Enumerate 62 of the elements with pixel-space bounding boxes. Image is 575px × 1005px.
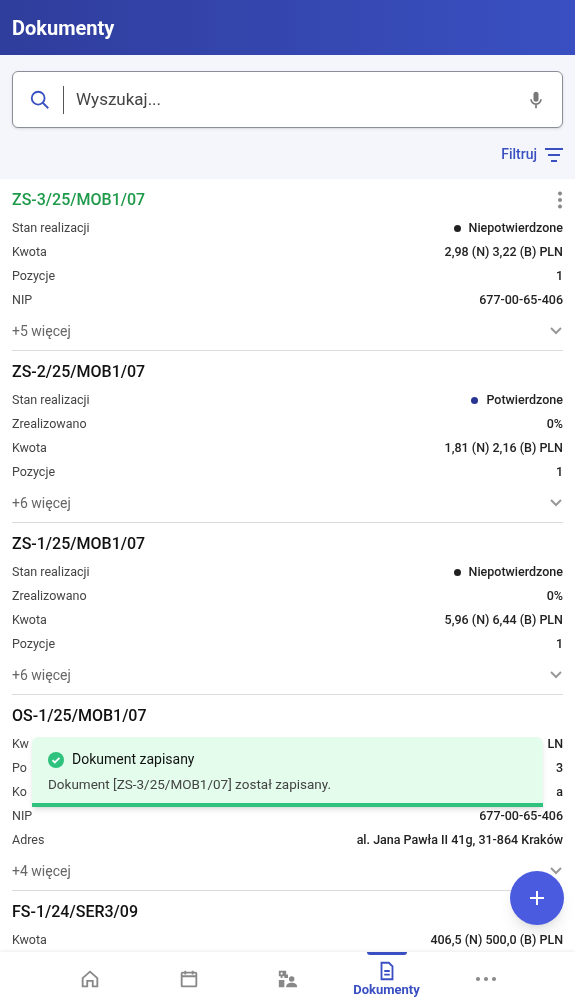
field-value: Niepotwierdzone [468,562,563,581]
search-input[interactable]: Wyszukaj... [76,86,514,113]
field-value: 1 [555,634,563,653]
field-value: 1,81 (N) 2,16 (B) PLN [444,438,563,457]
field-value: 1 [555,462,563,481]
more-vertical-icon[interactable] [557,190,563,209]
field-label: Pozycje [12,634,56,653]
field-value: 406,5 (N) 500,0 (B) PLN [430,930,563,949]
field-value: 677-00-65-406 [479,806,563,825]
field-label: NIP [12,290,33,309]
field-label: Pozycje [12,462,56,481]
plus-icon [529,890,545,906]
document-title[interactable]: ZS-1/25/MOB1/07 [12,531,146,556]
nav-item[interactable]: Dokumenty [337,952,436,1005]
field-label: Stan realizacji [12,562,90,581]
check-circle-icon [48,751,64,768]
field-label: Zrealizowano [12,586,87,605]
field-label: Kwota [12,610,47,629]
document-title[interactable]: FS-1/24/SER3/09 [12,899,139,924]
toast-title: Dokument zapisany [72,750,195,769]
field-value: 0% [546,414,563,433]
document-title[interactable]: OS-1/25/MOB1/07 [12,703,147,728]
more-fields-link[interactable]: +5 więcej [12,320,71,342]
document-title[interactable]: ZS-2/25/MOB1/07 [12,359,146,384]
field-value: LN [547,734,563,753]
field-label: Kwota [12,242,47,261]
field-value: 3 [555,758,563,777]
toast-message: Dokument [ZS-3/25/MOB1/07] został zapisany. [48,775,333,794]
field-value: Niepotwierdzone [468,218,563,237]
search-icon [29,88,51,111]
field-label: Kw [12,734,29,753]
field-label: Stan realizacji [12,218,90,237]
field-value: 5,96 (N) 6,44 (B) PLN [444,610,563,629]
more-fields-link[interactable]: +6 więcej [12,492,71,514]
field-label: Kwota [12,438,47,457]
field-value: 0% [546,586,563,605]
field-value: a [556,782,563,801]
field-label: Kwota [12,930,47,949]
app-title: Dokumenty [12,14,115,42]
chevron-down-icon[interactable] [549,670,563,680]
document-title[interactable]: ZS-3/25/MOB1/07 [12,187,146,212]
field-label: NIP [12,806,33,825]
field-label: Po [12,758,27,777]
field-value: Potwierdzone [486,390,563,409]
field-value: 1 [555,266,563,285]
filter-icon [545,147,563,162]
field-value: al. Jana Pawła II 41g, 31-864 Kraków [356,830,563,849]
more-fields-link[interactable]: +6 więcej [12,664,71,686]
field-value: 677-00-65-406 [479,290,563,309]
more-fields-link[interactable]: +4 więcej [12,860,71,882]
field-label: Stan realizacji [12,390,90,409]
field-label: Ko [12,782,27,801]
chevron-down-icon[interactable] [549,498,563,508]
search-field[interactable]: Wyszukaj... [12,71,563,128]
field-label: Pozycje [12,266,56,285]
more-icon [475,976,496,981]
filter-button[interactable]: Filtruj [501,144,563,165]
field-label: Adres [12,830,45,849]
field-value: 2,98 (N) 3,22 (B) PLN [444,242,563,261]
chevron-down-icon[interactable] [549,866,563,876]
field-label: Zrealizowano [12,414,87,433]
chevron-down-icon[interactable] [549,326,563,336]
